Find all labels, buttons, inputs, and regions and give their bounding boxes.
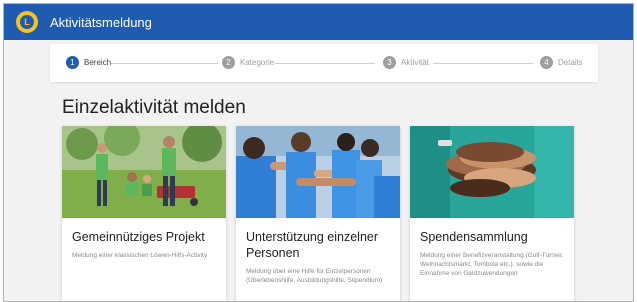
- card-title: Spendensammlung: [420, 230, 528, 244]
- step-kategorie[interactable]: 2 Kategorie: [222, 56, 274, 69]
- volunteers-gardening-photo: [62, 126, 226, 218]
- card-description: Meldung einer Benefizveranstaltung (Golf…: [420, 252, 564, 277]
- step-number-icon: 4: [540, 56, 553, 69]
- stepper: 1 Bereich 2 Kategorie 3 Aktivität 4 Deta…: [50, 44, 598, 82]
- step-label: Aktivität: [401, 58, 430, 67]
- step-connector: [275, 63, 375, 64]
- card-description: Meldung über eine Hilfe für Einzelperson…: [246, 268, 383, 284]
- step-bereich[interactable]: 1 Bereich: [66, 56, 111, 69]
- step-label: Kategorie: [240, 58, 275, 67]
- app-title: Aktivitätsmeldung: [50, 14, 152, 30]
- lions-logo-icon: L: [16, 11, 38, 33]
- step-number-icon: 3: [383, 56, 396, 69]
- step-connector: [433, 63, 533, 64]
- app-bar: L Aktivitätsmeldung: [4, 4, 633, 40]
- card-description: Meldung einer klassischen Löwen-Hilfs-Ac…: [72, 252, 208, 259]
- step-connector: [110, 63, 218, 64]
- step-label: Bereich: [84, 58, 112, 67]
- step-aktivitaet[interactable]: 3 Aktivität: [383, 56, 429, 69]
- step-details[interactable]: 4 Details: [540, 56, 582, 69]
- volunteers-highfive-photo: [236, 126, 400, 218]
- stacked-hands-photo: [410, 126, 574, 218]
- card-spendensammlung[interactable]: Spendensammlung Meldung einer Benefizver…: [410, 126, 574, 301]
- page-title: Einzelaktivität melden: [62, 97, 246, 118]
- step-number-icon: 1: [66, 56, 79, 69]
- card-gemeinnuetziges-projekt[interactable]: Gemeinnütziges Projekt Meldung einer kla…: [62, 126, 226, 301]
- app-window: L Aktivitätsmeldung 1 Bereich 2 Kategori…: [3, 3, 634, 302]
- card-title: Unterstützung einzelner Personen: [246, 230, 379, 260]
- card-unterstuetzung-einzelner-personen[interactable]: Unterstützung einzelner Personen Meldung…: [236, 126, 400, 301]
- step-label: Details: [558, 58, 583, 67]
- card-title: Gemeinnütziges Projekt: [72, 230, 205, 244]
- step-number-icon: 2: [222, 56, 235, 69]
